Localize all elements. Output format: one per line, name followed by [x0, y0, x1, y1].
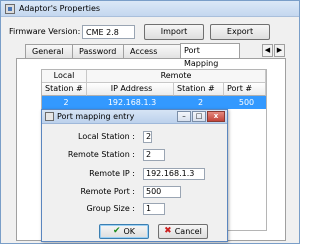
local-station-label: Local Station :	[78, 132, 135, 141]
dialog-title: Port mapping entry	[57, 112, 135, 121]
column-header-port[interactable]: Port #	[224, 83, 266, 96]
ok-button-label: OK	[123, 227, 136, 236]
tab-password[interactable]: Password	[72, 44, 124, 58]
firmware-version-field: CME 2.8	[82, 25, 135, 39]
remote-port-row: Remote Port : 500	[42, 186, 227, 198]
group-header-row: Local Remote	[42, 70, 266, 83]
maximize-icon[interactable]: □	[192, 111, 206, 122]
adaptor-properties-window: Adaptor's Properties Firmware Version: C…	[0, 0, 300, 244]
column-header-remote-station[interactable]: Station #	[174, 83, 224, 96]
close-icon[interactable]: x	[207, 111, 225, 122]
group-header-remote: Remote	[87, 70, 266, 83]
tab-access-control[interactable]: Access Control	[123, 44, 181, 69]
window-title: Adaptor's Properties	[19, 4, 101, 13]
export-button[interactable]: Export	[210, 24, 270, 40]
title-bar: Adaptor's Properties	[1, 1, 299, 17]
column-header-ip-address[interactable]: IP Address	[87, 83, 174, 96]
cancel-x-icon: ✖	[164, 226, 172, 236]
group-size-label: Group Size :	[86, 204, 135, 213]
cell-local-station: 2	[63, 98, 69, 107]
cancel-button-label: Cancel	[174, 227, 202, 236]
checkmark-icon: ✔	[112, 226, 121, 236]
remote-station-label: Remote Station :	[67, 150, 135, 159]
app-icon	[5, 3, 15, 14]
tab-general[interactable]: General	[25, 44, 73, 58]
minimize-icon[interactable]: –	[177, 111, 191, 122]
local-station-row: Local Station : 2	[42, 131, 227, 143]
port-mapping-entry-dialog: Port mapping entry – □ x Local Station :…	[41, 109, 228, 242]
remote-port-label: Remote Port :	[80, 187, 135, 196]
cell-ip-address: 192.168.1.3	[107, 98, 157, 107]
remote-station-input[interactable]: 2	[143, 149, 165, 161]
cancel-button[interactable]: ✖ Cancel	[158, 224, 208, 239]
column-header-local-station[interactable]: Station #	[42, 83, 87, 96]
remote-station-row: Remote Station : 2	[42, 149, 227, 161]
remote-ip-label: Remote IP :	[89, 169, 135, 178]
import-button[interactable]: Import	[144, 24, 204, 40]
dialog-app-icon	[45, 112, 54, 121]
remote-ip-input[interactable]: 192.168.1.3	[143, 168, 205, 180]
firmware-row: Firmware Version: CME 2.8 Import Export	[7, 24, 293, 40]
group-size-input[interactable]: 1	[143, 203, 165, 215]
dialog-title-bar: Port mapping entry – □ x	[42, 110, 227, 124]
remote-ip-row: Remote IP : 192.168.1.3	[42, 168, 227, 180]
tab-scroll-right-icon[interactable]: ▶	[274, 44, 285, 57]
group-size-row: Group Size : 1	[42, 203, 227, 215]
tab-scroll-left-icon[interactable]: ◀	[262, 44, 273, 57]
cell-remote-station: 2	[197, 98, 204, 107]
group-header-local: Local	[42, 70, 87, 83]
tab-port-mapping[interactable]: Port Mapping	[180, 43, 240, 68]
table-row[interactable]: 2 192.168.1.3 2 500	[42, 96, 266, 109]
local-station-input[interactable]: 2	[143, 131, 152, 143]
remote-port-input[interactable]: 500	[143, 186, 181, 198]
firmware-label: Firmware Version:	[9, 27, 81, 36]
tab-strip: General Password Access Control Port Map…	[25, 43, 240, 69]
column-header-row: Station # IP Address Station # Port #	[42, 83, 266, 96]
ok-button[interactable]: ✔ OK	[99, 224, 149, 239]
window-controls: – □ x	[176, 111, 225, 122]
cell-port: 500	[238, 98, 255, 107]
